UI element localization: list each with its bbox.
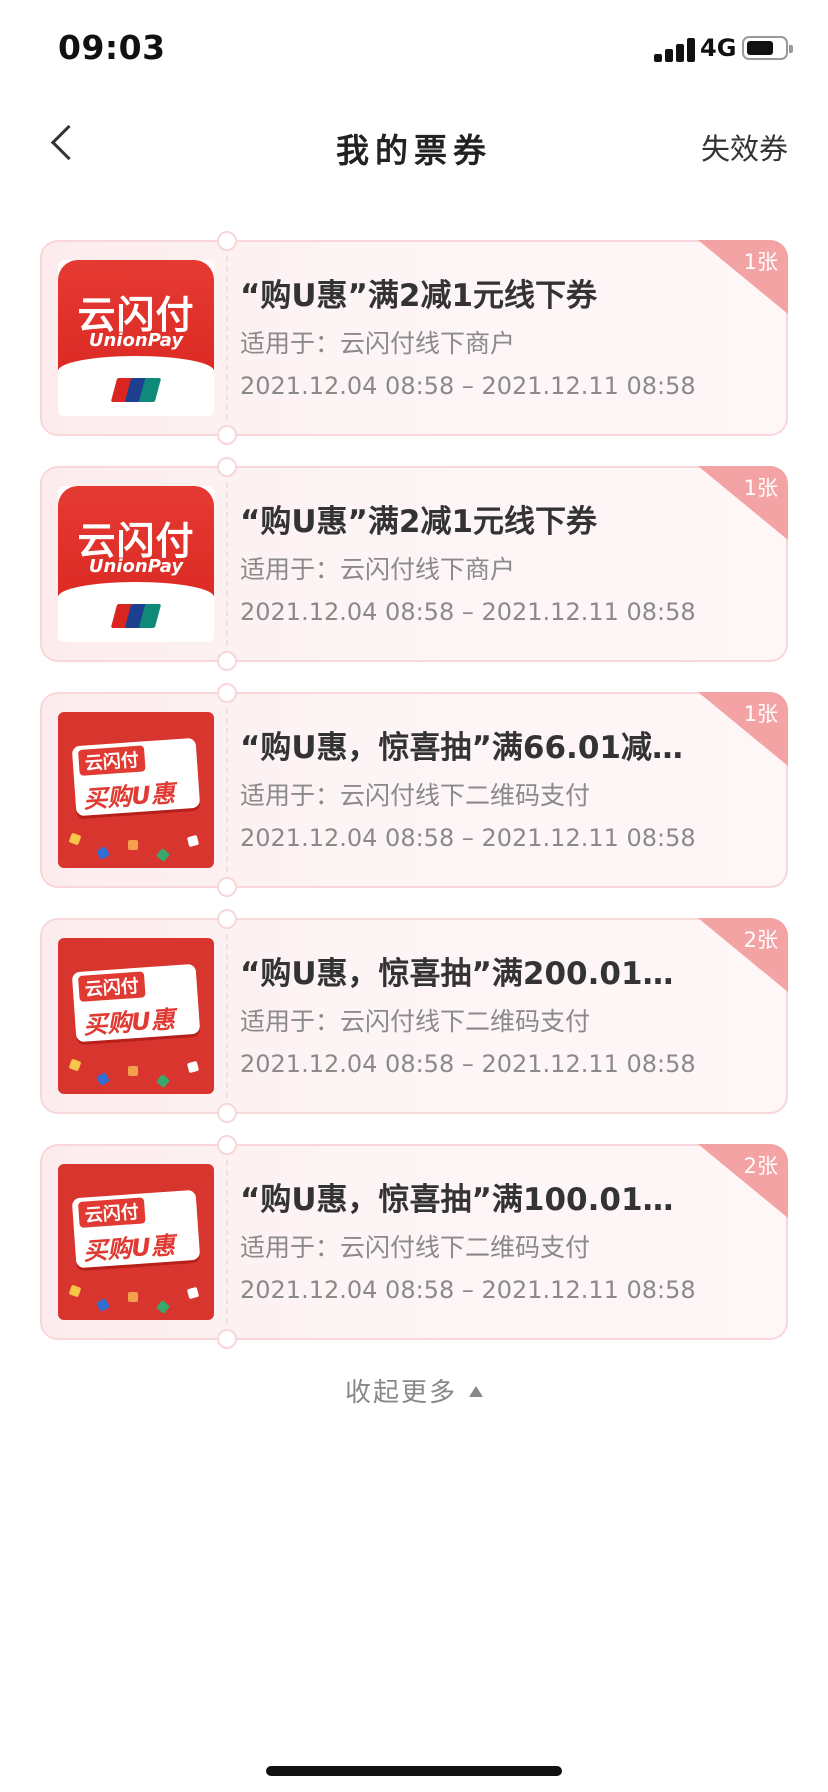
- coupon-scope: 适用于：云闪付线下二维码支付: [240, 781, 591, 810]
- ticket-notch: [217, 651, 237, 671]
- coupon-card[interactable]: 云闪付 UnionPay “购U惠”满2减1元线下券 适用于：云闪付线下商户 2…: [40, 231, 788, 445]
- coupon-title: “购U惠，惊喜抽”满100.01减10...: [240, 1182, 700, 1218]
- ticket-divider: [226, 482, 228, 646]
- coupon-list: 云闪付 UnionPay “购U惠”满2减1元线下券 适用于：云闪付线下商户 2…: [40, 231, 788, 1370]
- thumb-line1: 云闪付: [77, 971, 146, 1002]
- ticket-notch: [217, 1329, 237, 1349]
- coupon-title: “购U惠”满2减1元线下券: [240, 504, 598, 540]
- count-label: 2张: [743, 928, 778, 952]
- thumb-line1: 云闪付: [77, 1197, 146, 1228]
- battery-icon: [742, 36, 793, 60]
- coupon-scope: 适用于：云闪付线下商户: [240, 555, 516, 584]
- promo-thumbnail-icon: 云闪付 买购U惠: [58, 712, 214, 868]
- count-label: 1张: [743, 702, 778, 726]
- count-badge: 2张: [698, 1144, 788, 1218]
- coupon-title: “购U惠”满2减1元线下券: [240, 278, 598, 314]
- network-type: 4G: [700, 34, 737, 62]
- coupon-title: “购U惠，惊喜抽”满66.01减66...: [240, 730, 700, 766]
- unionpay-logo-icon: 云闪付 UnionPay: [58, 486, 214, 642]
- promo-thumbnail-icon: 云闪付 买购U惠: [58, 1164, 214, 1320]
- ticket-notch: [217, 457, 237, 477]
- coupon-scope: 适用于：云闪付线下二维码支付: [240, 1007, 591, 1036]
- nav-bar: 我的票券 失效券: [0, 100, 828, 190]
- coupon-period: 2021.12.04 08:58 – 2021.12.11 08:58: [240, 1276, 696, 1304]
- ticket-notch: [217, 877, 237, 897]
- promo-thumbnail-icon: 云闪付 买购U惠: [58, 938, 214, 1094]
- coupon-scope: 适用于：云闪付线下二维码支付: [240, 1233, 591, 1262]
- ticket-notch: [217, 425, 237, 445]
- count-label: 1张: [743, 250, 778, 274]
- expired-coupons-link[interactable]: 失效券: [701, 126, 788, 168]
- status-time: 09:03: [58, 28, 166, 67]
- triangle-up-icon: [469, 1386, 483, 1397]
- unionpay-logo-icon: 云闪付 UnionPay: [58, 260, 214, 416]
- count-badge: 2张: [698, 918, 788, 992]
- ticket-notch: [217, 1135, 237, 1155]
- coupon-period: 2021.12.04 08:58 – 2021.12.11 08:58: [240, 824, 696, 852]
- thumb-sub: UnionPay: [88, 330, 184, 351]
- count-label: 2张: [743, 1154, 778, 1178]
- ticket-notch: [217, 909, 237, 929]
- ticket-notch: [217, 1103, 237, 1123]
- ticket-notch: [217, 231, 237, 251]
- thumb-line2: 买购U惠: [82, 1005, 176, 1040]
- ticket-divider: [226, 1160, 228, 1324]
- count-badge: 1张: [698, 692, 788, 766]
- home-indicator[interactable]: [266, 1766, 562, 1776]
- coupon-period: 2021.12.04 08:58 – 2021.12.11 08:58: [240, 1050, 696, 1078]
- status-bar: 09:03 4G: [0, 0, 828, 100]
- collapse-more-label: 收起更多: [344, 1378, 457, 1408]
- coupon-period: 2021.12.04 08:58 – 2021.12.11 08:58: [240, 372, 696, 400]
- count-badge: 1张: [698, 240, 788, 314]
- coupon-card[interactable]: 云闪付 买购U惠 “购U惠，惊喜抽”满66.01减66... 适用于：云闪付线下…: [40, 683, 788, 897]
- collapse-more-button[interactable]: 收起更多: [0, 1372, 828, 1409]
- ticket-divider: [226, 708, 228, 872]
- thumb-line2: 买购U惠: [82, 779, 176, 814]
- thumb-line2: 买购U惠: [82, 1231, 176, 1266]
- count-badge: 1张: [698, 466, 788, 540]
- coupon-card[interactable]: 云闪付 UnionPay “购U惠”满2减1元线下券 适用于：云闪付线下商户 2…: [40, 457, 788, 671]
- ticket-divider: [226, 256, 228, 420]
- signal-icon: [654, 36, 700, 62]
- coupon-title: “购U惠，惊喜抽”满200.01减2...: [240, 956, 700, 992]
- coupon-scope: 适用于：云闪付线下商户: [240, 329, 516, 358]
- coupon-period: 2021.12.04 08:58 – 2021.12.11 08:58: [240, 598, 696, 626]
- count-label: 1张: [743, 476, 778, 500]
- thumb-sub: UnionPay: [88, 556, 184, 577]
- coupon-card[interactable]: 云闪付 买购U惠 “购U惠，惊喜抽”满100.01减10... 适用于：云闪付线…: [40, 1135, 788, 1349]
- coupon-card[interactable]: 云闪付 买购U惠 “购U惠，惊喜抽”满200.01减2... 适用于：云闪付线下…: [40, 909, 788, 1123]
- ticket-notch: [217, 683, 237, 703]
- ticket-divider: [226, 934, 228, 1098]
- thumb-line1: 云闪付: [77, 745, 146, 776]
